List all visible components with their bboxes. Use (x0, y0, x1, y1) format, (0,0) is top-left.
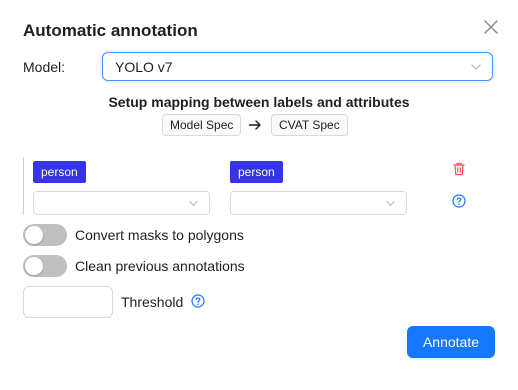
close-icon (484, 20, 498, 34)
clean-previous-label: Clean previous annotations (75, 258, 245, 274)
model-spec-tag: Model Spec (162, 114, 242, 136)
mapping-heading: Setup mapping between labels and attribu… (108, 94, 410, 110)
model-select[interactable]: YOLO v7 (102, 52, 493, 81)
chevron-down-icon (386, 201, 395, 206)
trash-icon[interactable] (452, 162, 466, 176)
question-circle-icon[interactable] (191, 294, 205, 308)
chevron-down-icon (189, 201, 198, 206)
threshold-input[interactable] (23, 286, 113, 318)
toggle-knob (25, 257, 43, 275)
chevron-down-icon (471, 64, 481, 70)
question-circle-icon[interactable] (452, 194, 466, 208)
cvat-spec-tag: CVAT Spec (271, 114, 348, 136)
model-select-value: YOLO v7 (115, 59, 173, 75)
model-label-chip[interactable]: person (33, 161, 86, 183)
clean-previous-toggle[interactable] (23, 255, 67, 277)
arrow-right-icon (248, 120, 261, 130)
dialog-title: Automatic annotation (23, 21, 198, 40)
cvat-label-chip[interactable]: person (230, 161, 283, 183)
close-button[interactable] (481, 17, 501, 37)
toggle-knob (25, 226, 43, 244)
mapping-row: person person (23, 157, 499, 215)
model-attribute-select[interactable] (33, 191, 210, 215)
annotate-button[interactable]: Annotate (407, 326, 495, 358)
cvat-attribute-select[interactable] (230, 191, 407, 215)
convert-masks-label: Convert masks to polygons (75, 227, 244, 243)
automatic-annotation-dialog: Automatic annotation Model: YOLO v7 Setu… (0, 0, 518, 390)
threshold-label: Threshold (121, 294, 184, 310)
convert-masks-toggle[interactable] (23, 224, 67, 246)
model-label: Model: (23, 59, 66, 75)
